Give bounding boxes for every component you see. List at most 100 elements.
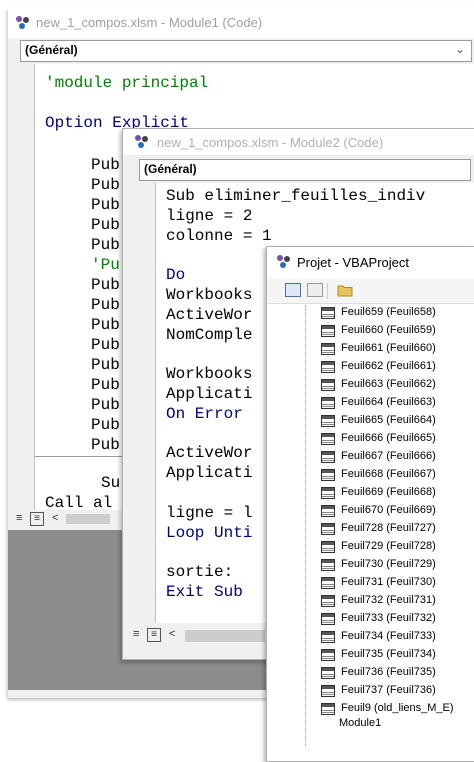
module1-object-dropdown[interactable]: (Général) ⌄ [20, 40, 472, 62]
worksheet-icon [321, 451, 335, 463]
module2-view-bar: ≡ ≡ < [131, 627, 271, 645]
tree-item-label: Feuil666 (Feuil665) [341, 432, 436, 444]
worksheet-icon [321, 559, 335, 571]
project-explorer-toolbar [267, 279, 474, 304]
worksheet-icon [321, 415, 335, 427]
chevron-down-icon[interactable]: ⌄ [455, 42, 465, 56]
project-explorer-title: Projet - VBAProject [297, 255, 409, 270]
module1-view-bar: ≡ ≡ < [14, 512, 110, 526]
tree-item-label: Feuil660 (Feuil659) [341, 324, 436, 336]
worksheet-icon [321, 613, 335, 625]
tree-item-label: Feuil734 (Feuil733) [341, 630, 436, 642]
worksheet-icon [321, 685, 335, 697]
code-line: Loop Unti [166, 523, 253, 542]
code-line: Applicati [166, 385, 253, 403]
tree-item-label: Feuil737 (Feuil736) [341, 684, 436, 696]
module1-object-dropdown-value: (Général) [25, 43, 78, 57]
code-line: Pub [91, 376, 120, 394]
vba-project-icon [135, 135, 148, 148]
code-line: Pub [91, 316, 120, 334]
view-object-icon[interactable] [307, 283, 323, 297]
code-line: 'Pu [91, 256, 120, 274]
code-line: Sub eliminer_feuilles_indiv [166, 187, 426, 205]
tree-item-label: Feuil670 (Feuil669) [341, 504, 436, 516]
worksheet-icon [321, 307, 335, 319]
code-line: On Error [166, 404, 243, 423]
procedure-view-icon[interactable]: ≡ [133, 628, 139, 640]
code-line: Pub [91, 356, 120, 374]
code-line: Pub [91, 396, 120, 414]
code-line: Workbooks [166, 286, 253, 304]
full-module-view-icon[interactable]: ≡ [147, 628, 161, 642]
vba-project-icon [277, 255, 290, 268]
scroll-left-icon[interactable]: < [52, 512, 58, 524]
code-line: Pub [91, 416, 120, 434]
procedure-view-icon[interactable]: ≡ [16, 512, 22, 524]
tree-item-label: Feuil735 (Feuil734) [341, 648, 436, 660]
code-line: Workbooks [166, 365, 253, 384]
code-line: Do [166, 266, 186, 285]
code-line: Pub [91, 216, 120, 234]
code-line: ActiveWor [166, 444, 253, 463]
tree-item-label: Feuil736 (Feuil735) [341, 666, 436, 678]
tree-item-label: Feuil662 (Feuil661) [341, 360, 436, 372]
module2-object-dropdown-value: (Général) [144, 162, 197, 176]
tree-item-label: Feuil729 (Feuil728) [341, 540, 436, 552]
tree-item-label: Feuil663 (Feuil662) [341, 378, 436, 390]
code-line: ligne = l [166, 503, 253, 522]
tree-item-label: Feuil667 (Feuil666) [341, 450, 436, 462]
worksheet-icon [321, 523, 335, 535]
scroll-left-icon[interactable]: < [169, 628, 175, 640]
code-line: NomComple [166, 325, 253, 344]
view-code-icon[interactable] [285, 283, 301, 297]
code-line: Exit Sub [166, 583, 243, 601]
tree-item-label: Feuil733 (Feuil732) [341, 612, 436, 624]
code-line: Pub [91, 276, 120, 294]
code-line: Pub [91, 436, 120, 454]
code-line: Pub [91, 196, 120, 214]
worksheet-icon [321, 487, 335, 499]
code-line: Pub [91, 236, 120, 254]
code-line: Pub [91, 336, 120, 354]
code-line: Pub [91, 156, 120, 174]
module2-title-bar[interactable]: new_1_compos.xlsm - Module2 (Code) [123, 129, 474, 155]
worksheet-icon [321, 343, 335, 355]
project-tree: Feuil659 (Feuil658) Feuil660 (Feuil659) Fe… [267, 305, 474, 761]
code-line: sortie: [166, 563, 234, 582]
tree-item-label: Feuil659 (Feuil658) [341, 306, 436, 318]
worksheet-icon [321, 361, 335, 373]
module2-title: new_1_compos.xlsm - Module2 (Code) [157, 135, 384, 150]
code-line: Pub [91, 296, 120, 314]
tree-item-label: Feuil9 (old_liens_M_E) [341, 702, 454, 714]
folder-icon[interactable] [337, 284, 353, 297]
worksheet-icon [321, 469, 335, 481]
code-line: colonne = 1 [166, 226, 272, 245]
worksheet-icon [321, 379, 335, 391]
tree-item-module[interactable]: Module1 [339, 717, 381, 735]
tree-item-label: Feuil731 (Feuil730) [341, 576, 436, 588]
worksheet-icon [321, 703, 335, 715]
worksheet-icon [321, 505, 335, 517]
worksheet-icon [321, 541, 335, 553]
module2-object-dropdown[interactable]: (Général) [139, 159, 471, 181]
module1-title: new_1_compos.xlsm - Module1 (Code) [36, 15, 263, 30]
worksheet-icon [321, 577, 335, 589]
worksheet-icon [321, 325, 335, 337]
code-line: Applicati [166, 464, 253, 483]
horizontal-scrollbar[interactable] [66, 514, 110, 524]
worksheet-icon [321, 433, 335, 445]
tree-item-label: Feuil668 (Feuil667) [341, 468, 436, 480]
full-module-view-icon[interactable]: ≡ [30, 512, 44, 526]
module1-title-bar[interactable]: new_1_compos.xlsm - Module1 (Code) [8, 8, 474, 38]
project-explorer-title-bar[interactable]: Projet - VBAProject [267, 247, 474, 277]
worksheet-icon [321, 649, 335, 661]
worksheet-icon [321, 631, 335, 643]
tree-item-label: Feuil732 (Feuil731) [341, 594, 436, 606]
project-explorer-window: Projet - VBAProject Feuil659 (Feuil658) F… [266, 246, 474, 762]
tree-item-label: Feuil664 (Feuil663) [341, 396, 436, 408]
code-line: Su [101, 474, 121, 492]
horizontal-scrollbar[interactable] [185, 630, 265, 642]
tree-item-label: Feuil661 (Feuil660) [341, 342, 436, 354]
code-line: Call al [45, 494, 113, 512]
worksheet-icon [321, 397, 335, 409]
